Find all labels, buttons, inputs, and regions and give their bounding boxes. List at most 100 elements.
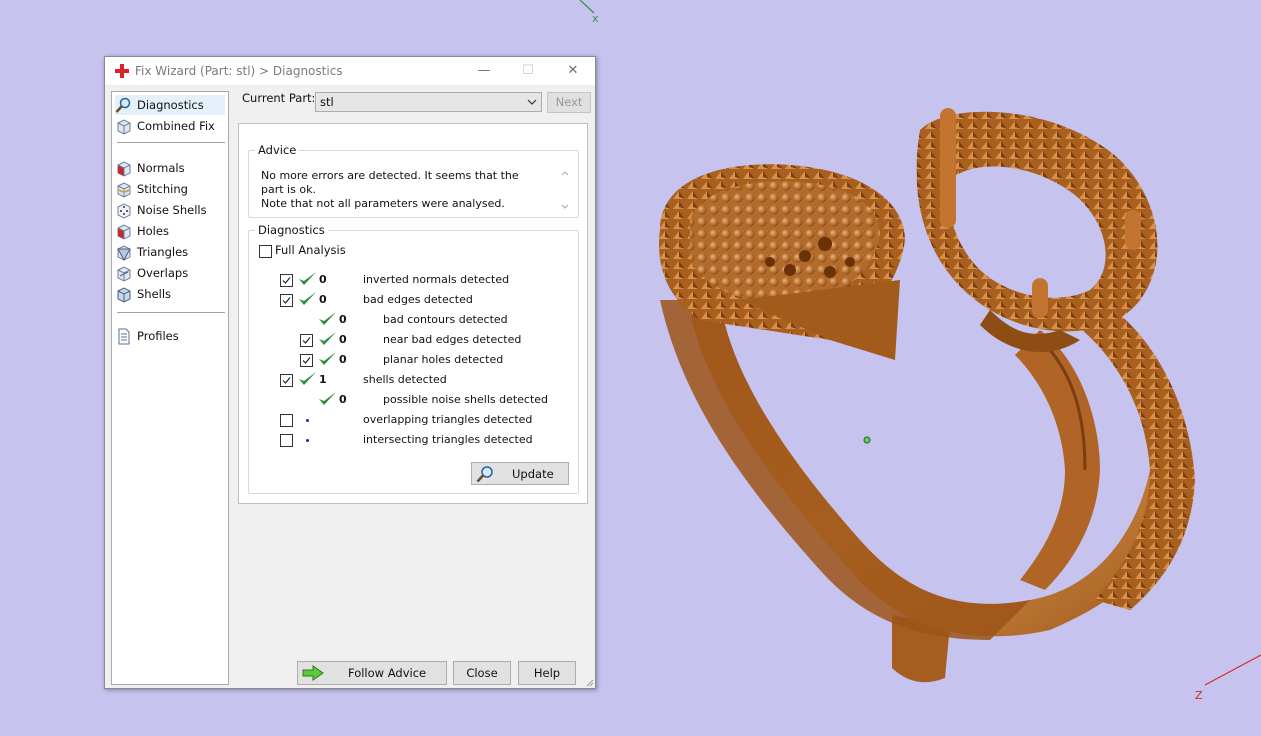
shells-count: 1 <box>319 373 327 386</box>
check-icon <box>319 352 336 365</box>
diagnostics-panel: Advice No more errors are detected. It s… <box>238 123 588 504</box>
shells-checkbox[interactable] <box>280 374 293 387</box>
nav-label: Stitching <box>137 182 188 196</box>
advice-line: No more errors are detected. It seems th… <box>261 169 519 196</box>
nav-label: Combined Fix <box>137 119 215 133</box>
nav-item-combined-fix[interactable]: Combined Fix <box>115 116 225 136</box>
dice-icon <box>117 202 131 219</box>
current-part-value: stl <box>320 95 334 109</box>
shells-label: shells detected <box>363 373 447 386</box>
planar-holes-count: 0 <box>339 353 347 366</box>
nav-label: Triangles <box>137 245 189 259</box>
nav-item-triangles[interactable]: Triangles <box>115 242 225 262</box>
pending-dot-icon <box>306 439 309 442</box>
follow-advice-label: Follow Advice <box>348 666 427 680</box>
axis-z-line <box>1204 654 1261 686</box>
check-icon <box>299 372 316 385</box>
cube-overlap-icon <box>117 265 131 282</box>
current-part-label: Current Part: <box>242 91 316 105</box>
nav-item-stitching[interactable]: Stitching <box>115 179 225 199</box>
close-button[interactable]: Close <box>453 661 511 685</box>
close-window-button[interactable]: ✕ <box>560 60 586 82</box>
nav-label: Overlaps <box>137 266 189 280</box>
cube-stitch-icon <box>117 181 131 198</box>
next-button[interactable]: Next <box>547 92 591 113</box>
advice-line: Note that not all parameters were analys… <box>261 197 505 210</box>
red-cross-icon <box>115 64 129 78</box>
advice-text: No more errors are detected. It seems th… <box>261 169 541 211</box>
update-button[interactable]: Update <box>471 462 569 485</box>
nav-separator <box>117 312 225 313</box>
axis-z-label: Z <box>1195 689 1203 702</box>
planar-holes-label: planar holes detected <box>383 353 504 366</box>
inverted-normals-checkbox[interactable] <box>280 274 293 287</box>
magnifier-icon <box>476 466 493 483</box>
nav-label: Normals <box>137 161 185 175</box>
diagnostics-title: Diagnostics <box>255 223 328 237</box>
ring-model[interactable] <box>659 108 1195 683</box>
near-bad-edges-label: near bad edges detected <box>383 333 522 346</box>
planar-holes-checkbox[interactable] <box>300 354 313 367</box>
nav-item-overlaps[interactable]: Overlaps <box>115 263 225 283</box>
resize-grip-icon[interactable] <box>584 677 594 687</box>
update-label: Update <box>512 467 554 481</box>
bad-contours-label: bad contours detected <box>383 313 508 326</box>
full-analysis-checkbox[interactable] <box>259 245 272 258</box>
nav-item-diagnostics[interactable]: Diagnostics <box>115 95 225 115</box>
near-bad-edges-checkbox[interactable] <box>300 334 313 347</box>
noise-shells-label: possible noise shells detected <box>383 393 549 406</box>
pending-dot-icon <box>306 419 309 422</box>
green-arrow-icon <box>302 665 324 681</box>
cube-triangle-icon <box>117 244 131 261</box>
advice-title: Advice <box>255 143 300 157</box>
nav-item-normals[interactable]: Normals <box>115 158 225 178</box>
near-bad-edges-count: 0 <box>339 333 347 346</box>
bad-edges-count: 0 <box>319 293 327 306</box>
wizard-nav: Diagnostics Combined Fix Normals Stitchi… <box>111 91 229 685</box>
magnifier-icon <box>115 97 131 113</box>
document-icon <box>118 328 130 344</box>
bad-edges-checkbox[interactable] <box>280 294 293 307</box>
cube-icon <box>117 118 131 135</box>
overlapping-triangles-checkbox[interactable] <box>280 414 293 427</box>
nav-item-noise-shells[interactable]: Noise Shells <box>115 200 225 220</box>
axis-x-label: x <box>592 12 599 25</box>
cube-hole-icon <box>117 223 131 240</box>
full-analysis-label: Full Analysis <box>275 243 346 257</box>
intersecting-triangles-checkbox[interactable] <box>280 434 293 447</box>
cube-shell-icon <box>117 286 131 303</box>
nav-item-shells[interactable]: Shells <box>115 284 225 304</box>
nav-label: Diagnostics <box>137 98 204 112</box>
intersecting-triangles-label: intersecting triangles detected <box>363 433 533 446</box>
inverted-normals-count: 0 <box>319 273 327 286</box>
inverted-normals-label: inverted normals detected <box>363 273 510 286</box>
title-bar[interactable]: Fix Wizard (Part: stl) > Diagnostics — ☐… <box>105 57 595 85</box>
current-part-select[interactable]: stl <box>315 92 542 112</box>
bad-contours-count: 0 <box>339 313 347 326</box>
nav-label: Profiles <box>137 329 179 343</box>
advice-group: Advice No more errors are detected. It s… <box>248 143 579 218</box>
check-icon <box>299 272 316 285</box>
chevron-down-icon <box>527 99 537 105</box>
bad-edges-label: bad edges detected <box>363 293 473 306</box>
cube-red-face-icon <box>117 160 131 177</box>
check-icon <box>319 392 336 405</box>
help-button[interactable]: Help <box>518 661 576 685</box>
overlapping-triangles-label: overlapping triangles detected <box>363 413 533 426</box>
nav-item-profiles[interactable]: Profiles <box>115 326 225 346</box>
nav-label: Holes <box>137 224 169 238</box>
minimize-button[interactable]: — <box>471 60 497 82</box>
window-title: Fix Wizard (Part: stl) > Diagnostics <box>135 64 343 78</box>
check-icon <box>319 332 336 345</box>
follow-advice-button[interactable]: Follow Advice <box>297 661 447 685</box>
nav-label: Noise Shells <box>137 203 207 217</box>
nav-separator <box>117 142 225 143</box>
maximize-button[interactable]: ☐ <box>515 60 541 82</box>
noise-shells-count: 0 <box>339 393 347 406</box>
nav-label: Shells <box>137 287 172 301</box>
check-icon <box>299 292 316 305</box>
fix-wizard-dialog: Fix Wizard (Part: stl) > Diagnostics — ☐… <box>104 56 596 689</box>
check-icon <box>319 312 336 325</box>
nav-item-holes[interactable]: Holes <box>115 221 225 241</box>
advice-scrollbar[interactable] <box>558 167 572 213</box>
